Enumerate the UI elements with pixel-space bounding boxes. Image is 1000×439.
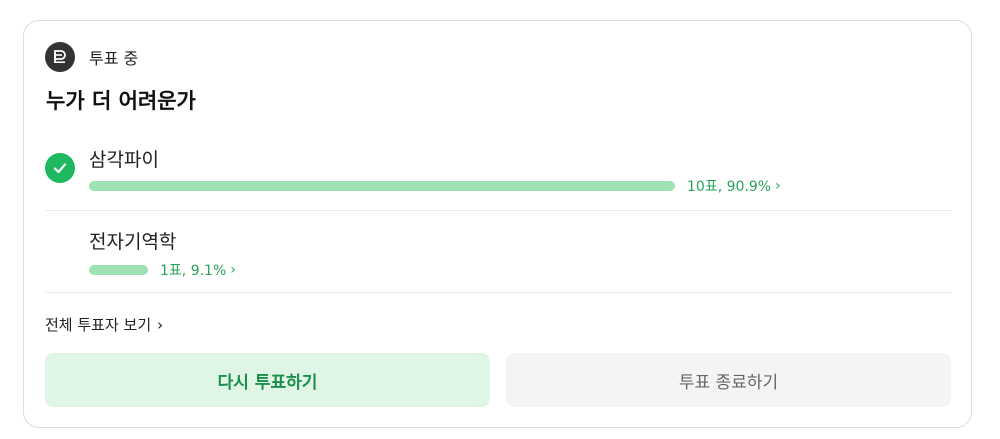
revote-button[interactable]: 다시 투표하기 bbox=[45, 353, 490, 407]
option-label: 전자기역학 bbox=[89, 231, 177, 253]
option-vote-bar bbox=[89, 265, 148, 275]
option-result-row: 10표, 90.9% › bbox=[89, 176, 781, 196]
check-icon bbox=[45, 153, 75, 183]
option-votes-text: 10표, 90.9% bbox=[687, 179, 772, 195]
option-result-link[interactable]: 10표, 90.9% › bbox=[687, 176, 781, 196]
option-result-link[interactable]: 1표, 9.1% › bbox=[160, 260, 236, 280]
poll-header: 투표 중 bbox=[45, 42, 138, 72]
option-vote-bar bbox=[89, 181, 675, 191]
chevron-right-icon: › bbox=[157, 315, 164, 334]
poll-question: 누가 더 어려운가 bbox=[46, 89, 196, 113]
poll-icon bbox=[45, 42, 75, 72]
option-votes-text: 1표, 9.1% bbox=[160, 263, 227, 279]
chevron-right-icon: › bbox=[775, 178, 781, 194]
chevron-right-icon: › bbox=[230, 262, 236, 278]
divider bbox=[45, 210, 952, 211]
all-voters-link[interactable]: 전체 투표자 보기 › bbox=[45, 314, 163, 335]
poll-status-label: 투표 중 bbox=[89, 49, 139, 68]
poll-card: 투표 중 누가 더 어려운가 삼각파이 10표, 90.9% › 전자기역학 1… bbox=[23, 20, 972, 428]
option-label: 삼각파이 bbox=[89, 149, 159, 171]
divider bbox=[45, 292, 952, 293]
end-vote-button[interactable]: 투표 종료하기 bbox=[506, 353, 951, 407]
option-result-row: 1표, 9.1% › bbox=[89, 260, 236, 280]
all-voters-label: 전체 투표자 보기 bbox=[45, 316, 152, 334]
